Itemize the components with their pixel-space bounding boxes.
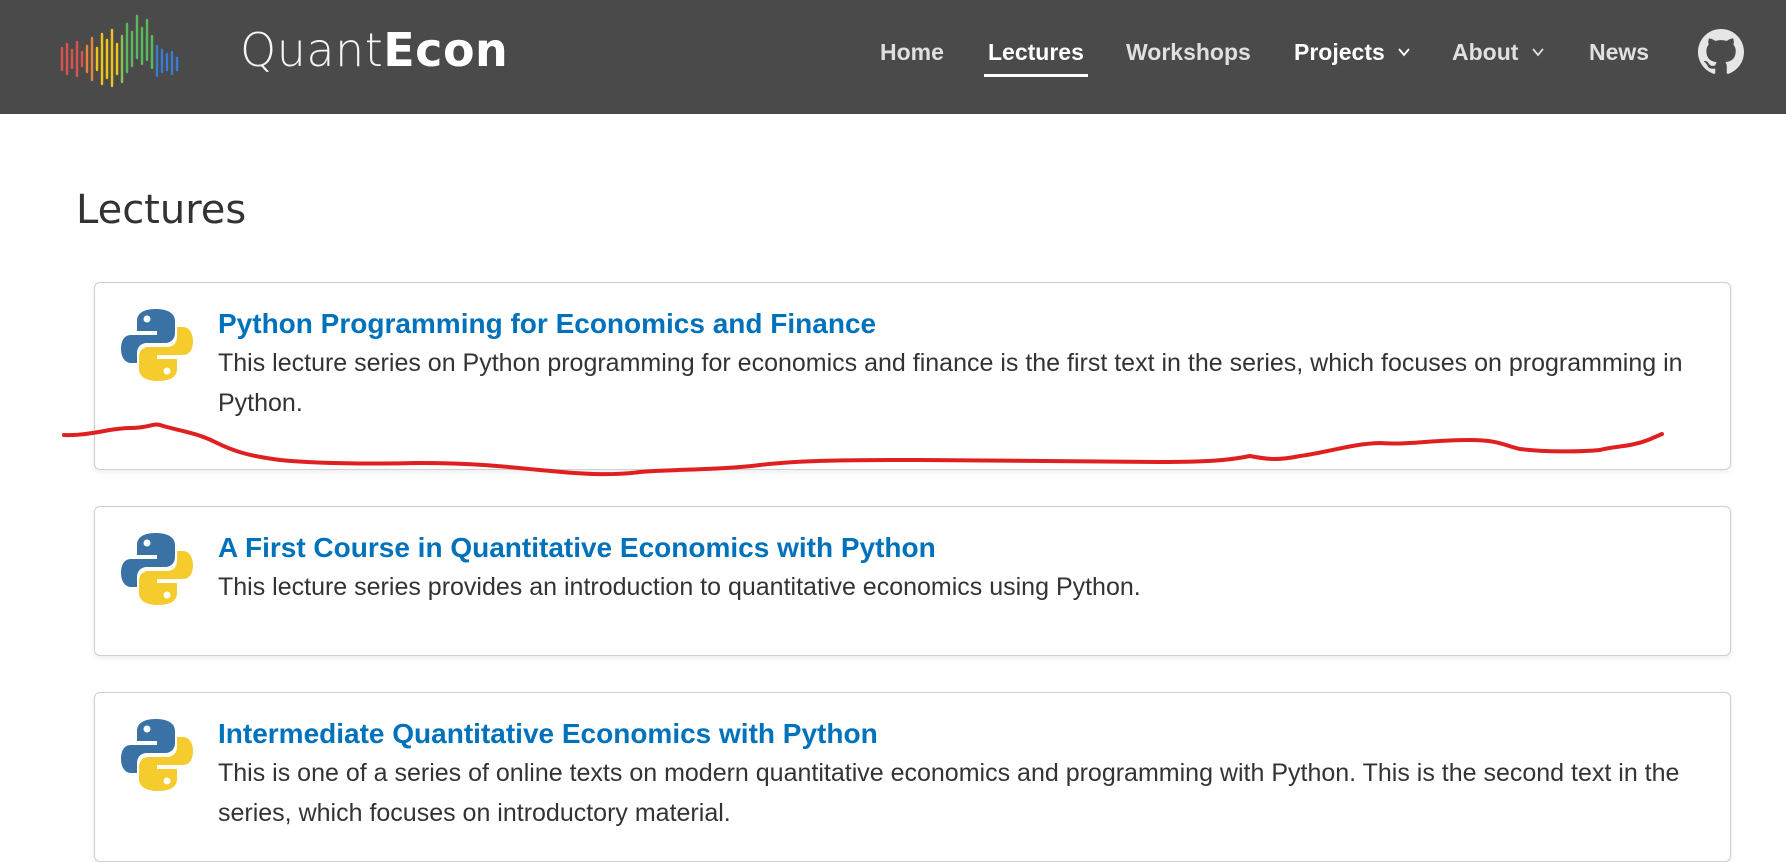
page-title: Lectures <box>76 187 247 233</box>
brand-wordmark[interactable]: QuantEcon <box>240 20 508 80</box>
nav-news[interactable]: News <box>1589 38 1649 66</box>
nav-projects-label: Projects <box>1294 39 1385 65</box>
lecture-title-link[interactable]: Python Programming for Economics and Fin… <box>218 305 876 343</box>
brand-name-light: Quant <box>240 23 384 77</box>
quantecon-logo[interactable] <box>58 10 218 96</box>
lecture-card[interactable]: Intermediate Quantitative Economics with… <box>94 692 1731 862</box>
nav-workshops[interactable]: Workshops <box>1126 38 1251 66</box>
nav-lectures-label: Lectures <box>988 39 1084 65</box>
nav-lectures[interactable]: Lectures <box>984 38 1088 77</box>
python-icon <box>121 719 193 791</box>
lecture-card[interactable]: Python Programming for Economics and Fin… <box>94 282 1731 470</box>
lecture-description: This is one of a series of online texts … <box>218 759 1680 827</box>
nav-projects[interactable]: Projects <box>1294 38 1411 66</box>
brand-name-bold: Econ <box>383 23 509 77</box>
chevron-down-icon <box>1398 48 1410 57</box>
chevron-down-icon <box>1532 48 1544 57</box>
site-header: QuantEcon Home Lectures Workshops Projec… <box>0 0 1786 114</box>
python-icon <box>121 309 193 381</box>
nav-home[interactable]: Home <box>880 38 944 66</box>
active-tab-underline <box>984 74 1088 77</box>
nav-about-label: About <box>1452 39 1519 65</box>
nav-about[interactable]: About <box>1452 38 1545 66</box>
lecture-title-link[interactable]: A First Course in Quantitative Economics… <box>218 529 936 567</box>
github-icon[interactable] <box>1698 29 1744 75</box>
lecture-description: This lecture series provides an introduc… <box>218 573 1141 601</box>
lecture-title-link[interactable]: Intermediate Quantitative Economics with… <box>218 715 878 753</box>
lecture-card[interactable]: A First Course in Quantitative Economics… <box>94 506 1731 656</box>
lecture-description: This lecture series on Python programmin… <box>218 349 1683 417</box>
python-icon <box>121 533 193 605</box>
